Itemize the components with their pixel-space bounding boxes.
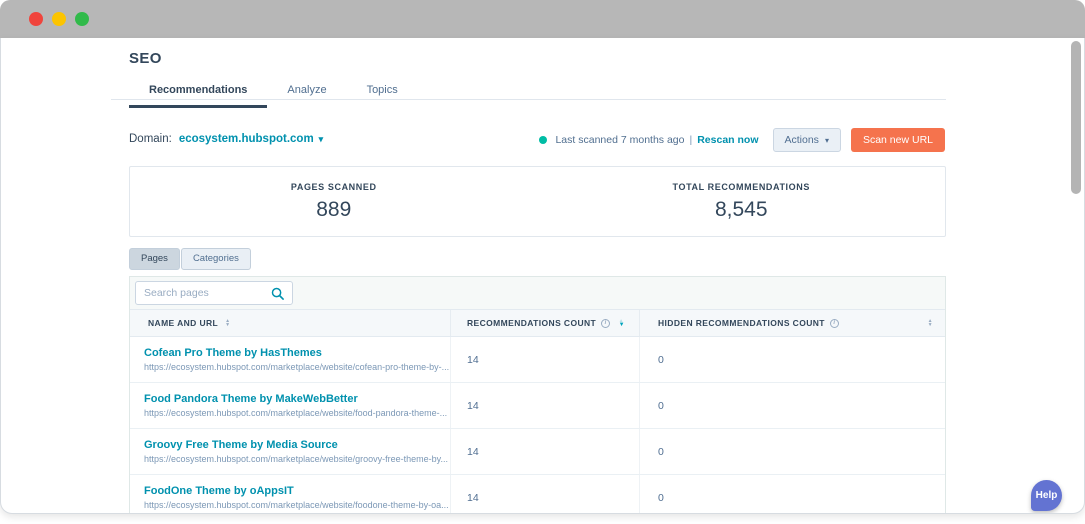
stat-label: TOTAL RECOMMENDATIONS	[672, 182, 810, 192]
chevron-down-icon: ▾	[318, 133, 324, 144]
cell-recommendations-count: 14	[450, 383, 639, 428]
recommendations-count: 14	[467, 399, 479, 412]
stat-total-recommendations: TOTAL RECOMMENDATIONS 8,545	[538, 167, 946, 236]
hidden-recommendations-count: 0	[658, 445, 664, 458]
domain-value: ecosystem.hubspot.com	[178, 133, 314, 145]
tab-topics[interactable]: Topics	[347, 78, 418, 108]
scan-stats-card: PAGES SCANNED 889 TOTAL RECOMMENDATIONS …	[129, 166, 946, 237]
zoom-window-button[interactable]	[75, 12, 89, 26]
hidden-recommendations-count: 0	[658, 353, 664, 366]
recommendations-count: 14	[467, 491, 479, 504]
sort-desc-icon: ▼	[225, 322, 231, 328]
page-name-link[interactable]: FoodOne Theme by oAppsIT	[144, 485, 450, 497]
scan-new-url-button[interactable]: Scan new URL	[850, 128, 945, 152]
column-header-name-and-url[interactable]: NAME AND URL ▲ ▼	[130, 310, 450, 336]
info-icon[interactable]: i	[829, 318, 839, 328]
recommendations-count: 14	[467, 445, 479, 458]
sort-desc-icon: ▼	[618, 322, 625, 328]
column-label: NAME AND URL	[148, 318, 219, 328]
table-row: FoodOne Theme by oAppsIT https://ecosyst…	[130, 475, 945, 513]
actions-dropdown-button[interactable]: Actions ▾	[772, 128, 841, 152]
cell-hidden-recommendations-count: 0	[639, 475, 945, 513]
actions-label: Actions	[784, 134, 819, 146]
hidden-recommendations-count: 0	[658, 491, 664, 504]
table-header-row: NAME AND URL ▲ ▼ RECOMMENDATIONS COUNT i…	[130, 309, 945, 337]
table-search-strip	[130, 277, 945, 309]
column-label-group: RECOMMENDATIONS COUNT i	[467, 318, 611, 328]
table-row: Cofean Pro Theme by HasThemes https://ec…	[130, 337, 945, 383]
cell-name-and-url: Cofean Pro Theme by HasThemes https://ec…	[130, 337, 450, 382]
vertical-scrollbar[interactable]	[1071, 41, 1081, 194]
tab-recommendations[interactable]: Recommendations	[129, 78, 268, 108]
page-name-link[interactable]: Cofean Pro Theme by HasThemes	[144, 347, 450, 359]
view-toggle: Pages Categories	[129, 248, 251, 270]
stat-value: 8,545	[714, 198, 768, 221]
rescan-now-link[interactable]: Rescan now	[697, 134, 758, 146]
recommendations-count: 14	[467, 353, 479, 366]
page-url: https://ecosystem.hubspot.com/marketplac…	[144, 500, 449, 510]
search-icon[interactable]	[271, 287, 284, 300]
table-row: Groovy Free Theme by Media Source https:…	[130, 429, 945, 475]
sort-icon-active-desc[interactable]: ▲ ▼	[618, 319, 625, 329]
separator: |	[689, 134, 693, 146]
page-name-link[interactable]: Food Pandora Theme by MakeWebBetter	[144, 393, 450, 405]
column-label: RECOMMENDATIONS COUNT	[467, 318, 597, 328]
page-url: https://ecosystem.hubspot.com/marketplac…	[144, 408, 448, 418]
search-box	[135, 281, 293, 305]
chevron-down-icon: ▾	[824, 135, 829, 145]
cell-name-and-url: Groovy Free Theme by Media Source https:…	[130, 429, 450, 474]
hidden-recommendations-count: 0	[658, 399, 664, 412]
cell-name-and-url: Food Pandora Theme by MakeWebBetter http…	[130, 383, 450, 428]
search-input[interactable]	[144, 287, 271, 299]
sort-icon[interactable]: ▲ ▼	[225, 319, 231, 328]
close-window-button[interactable]	[29, 12, 43, 26]
cell-name-and-url: FoodOne Theme by oAppsIT https://ecosyst…	[130, 475, 450, 513]
info-icon[interactable]: i	[601, 318, 611, 328]
stat-pages-scanned: PAGES SCANNED 889	[130, 167, 538, 236]
sort-icon[interactable]: ▲ ▼	[927, 319, 933, 328]
domain-select[interactable]: ecosystem.hubspot.com ▾	[179, 133, 323, 145]
minimize-window-button[interactable]	[52, 12, 66, 26]
column-header-recommendations-count[interactable]: RECOMMENDATIONS COUNT i ▲ ▼	[450, 310, 639, 336]
page-title: SEO	[129, 50, 162, 67]
stat-value: 889	[316, 198, 352, 221]
toggle-categories[interactable]: Categories	[180, 248, 251, 270]
cell-recommendations-count: 14	[450, 475, 639, 513]
column-label: HIDDEN RECOMMENDATIONS COUNT	[658, 318, 825, 328]
column-label-group: HIDDEN RECOMMENDATIONS COUNT i	[658, 318, 839, 328]
column-header-hidden-recommendations-count[interactable]: HIDDEN RECOMMENDATIONS COUNT i ▲ ▼	[639, 310, 945, 336]
cell-hidden-recommendations-count: 0	[639, 337, 945, 382]
tab-analyze[interactable]: Analyze	[267, 78, 346, 108]
stat-label: PAGES SCANNED	[290, 182, 377, 192]
cell-recommendations-count: 14	[450, 337, 639, 382]
toolbar: Domain: ecosystem.hubspot.com ▾ Last sca…	[129, 128, 946, 156]
domain-label: Domain:	[129, 133, 172, 145]
cell-recommendations-count: 14	[450, 429, 639, 474]
sort-desc-icon: ▼	[927, 322, 933, 328]
cell-hidden-recommendations-count: 0	[639, 383, 945, 428]
toolbar-right-group: Last scanned 7 months ago | Rescan now A…	[539, 128, 945, 152]
help-button[interactable]: Help	[1031, 480, 1062, 511]
window-titlebar	[0, 0, 1085, 38]
page-url: https://ecosystem.hubspot.com/marketplac…	[144, 362, 450, 372]
app-window: SEO Recommendations Analyze Topics Domai…	[0, 38, 1085, 514]
pages-table: NAME AND URL ▲ ▼ RECOMMENDATIONS COUNT i…	[129, 276, 946, 513]
cell-hidden-recommendations-count: 0	[639, 429, 945, 474]
page-name-link[interactable]: Groovy Free Theme by Media Source	[144, 439, 450, 451]
main-tabs: Recommendations Analyze Topics	[129, 78, 418, 108]
domain-selector-group: Domain: ecosystem.hubspot.com ▾	[129, 133, 323, 145]
page-url: https://ecosystem.hubspot.com/marketplac…	[144, 454, 448, 464]
toggle-pages[interactable]: Pages	[129, 248, 180, 270]
last-scanned-text: Last scanned 7 months ago	[555, 134, 685, 146]
table-row: Food Pandora Theme by MakeWebBetter http…	[130, 383, 945, 429]
scan-status-dot-icon	[539, 136, 548, 144]
